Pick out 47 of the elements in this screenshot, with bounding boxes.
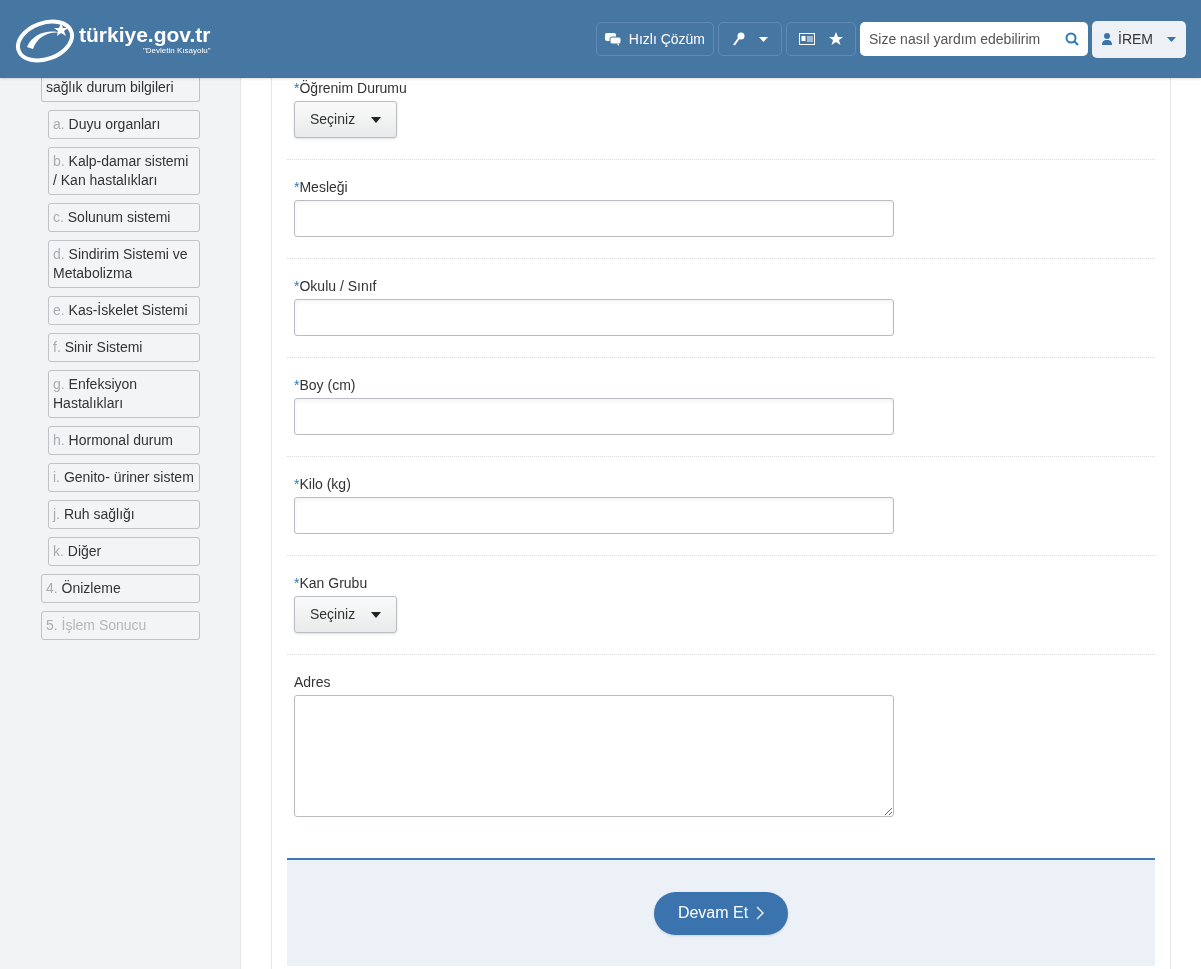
input-field[interactable]: [294, 497, 894, 534]
key-menu-button[interactable]: [718, 22, 782, 56]
site-logo[interactable]: türkiye.gov.tr "Devletin Kısayolu": [15, 15, 211, 63]
sidebar-item[interactable]: g. Enfeksiyon Hastalıkları: [48, 370, 200, 418]
search-icon: [1065, 32, 1079, 46]
select-dropdown[interactable]: Seçiniz: [294, 101, 398, 138]
caret-icon: [758, 36, 768, 42]
address-textarea[interactable]: [294, 695, 894, 817]
logo-text: türkiye.gov.tr: [79, 23, 211, 46]
user-icon: [1102, 33, 1112, 45]
caret-icon: [371, 116, 382, 123]
field-label: *Okulu / Sınıf: [294, 277, 377, 296]
sidebar-item[interactable]: b. Kalp-damar sistemi / Kan hastalıkları: [48, 147, 200, 195]
input-field[interactable]: [294, 299, 894, 336]
logo-tagline: "Devletin Kısayolu": [143, 45, 211, 55]
field-label: *Öğrenim Durumu: [294, 79, 407, 98]
sidebar-item[interactable]: i. Genito- üriner sistem: [48, 463, 200, 492]
sidebar-item[interactable]: sağlık durum bilgileri: [41, 78, 200, 102]
sidebar-item[interactable]: f. Sinir Sistemi: [48, 333, 200, 362]
key-icon: [732, 32, 745, 46]
sidebar-item[interactable]: c. Solunum sistemi: [48, 203, 200, 232]
sidebar-item[interactable]: a. Duyu organları: [48, 110, 200, 139]
chat-bubbles-icon: [604, 32, 621, 46]
sidebar-item[interactable]: h. Hormonal durum: [48, 426, 200, 455]
user-menu-button[interactable]: İREM: [1092, 20, 1186, 58]
id-card-icon: [799, 33, 815, 45]
quick-solution-button[interactable]: Hızlı Çözüm: [595, 22, 714, 56]
chevron-right-icon: [756, 906, 765, 920]
caret-icon: [1167, 36, 1176, 42]
select-dropdown[interactable]: Seçiniz: [294, 596, 398, 633]
caret-icon: [371, 611, 382, 618]
field-label: *Mesleği: [294, 178, 348, 197]
field-label: Adres: [294, 673, 331, 692]
continue-button[interactable]: Devam Et: [653, 891, 789, 935]
sidebar-item[interactable]: k. Diğer: [48, 537, 200, 566]
star-icon: [829, 32, 843, 46]
field-label: *Kilo (kg): [294, 475, 351, 494]
sidebar-item[interactable]: j. Ruh sağlığı: [48, 500, 200, 529]
input-field[interactable]: [294, 398, 894, 435]
sidebar-item[interactable]: e. Kas-İskelet Sistemi: [48, 296, 200, 325]
sidebar-item[interactable]: 4. Önizleme: [41, 574, 200, 603]
field-label: *Boy (cm): [294, 376, 356, 395]
input-field[interactable]: [294, 200, 894, 237]
sidebar-item[interactable]: d. Sindirim Sistemi ve Metabolizma: [48, 240, 200, 288]
id-card-star-button[interactable]: [786, 22, 856, 56]
field-label: *Kan Grubu: [294, 574, 368, 593]
search-field[interactable]: Size nasıl yardım edebilirim: [860, 22, 1088, 56]
